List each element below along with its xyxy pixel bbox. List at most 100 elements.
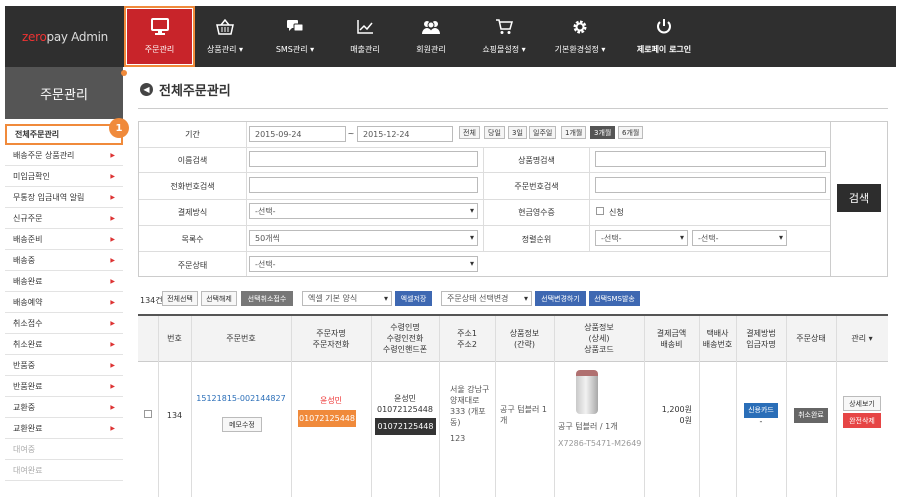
cash-receipt-checkbox[interactable] (596, 207, 604, 215)
sidebar-item-renting[interactable]: 대여중 (5, 439, 123, 460)
pay-method-select[interactable]: -선택- (249, 203, 478, 219)
date-separator: ~ (347, 129, 355, 138)
arrow-right-icon: ▶ (110, 340, 115, 348)
name-search-input[interactable] (249, 151, 478, 167)
sidebar-item-shipping[interactable]: 배송중 ▶ (5, 250, 123, 271)
recipient-name: 윤성민 (393, 394, 417, 403)
date-from-input[interactable]: 2015-09-24 (249, 126, 346, 142)
excel-format-select[interactable]: 엑셀 기본 양식 (302, 291, 392, 306)
nav-label: 쇼핑몰설정 ▾ (482, 45, 526, 54)
memo-edit-button[interactable]: 메모수정 (222, 417, 262, 432)
arrow-right-icon: ▶ (110, 319, 115, 327)
header-order-no: 주문번호 (191, 316, 291, 362)
sort-select-2[interactable]: -선택- (692, 230, 787, 246)
buyer-name: 윤성민 (319, 396, 343, 405)
sidebar-item-preparing[interactable]: 배송준비 ▶ (5, 229, 123, 250)
period-6month-button[interactable]: 6개월 (618, 126, 644, 139)
row-no: 134 (166, 411, 183, 420)
recipient-mobile: 01072125448 (375, 418, 436, 435)
sidebar-item-delivered[interactable]: 배송완료 ▶ (5, 271, 123, 292)
pay-method-label: 결제방식 (177, 208, 208, 217)
sidebar-item-exchanged[interactable]: 교환완료 ▶ (5, 418, 123, 439)
top-nav-bar: zeropay Admin 주문관리 상품관리 ▾ SMS관리 ▾ 매출관리 회… (5, 6, 896, 67)
nav-label: 제로페이 로그인 (636, 45, 692, 54)
power-icon (654, 18, 674, 36)
sidebar-item-exchanging[interactable]: 교환중 ▶ (5, 397, 123, 418)
nav-shop-settings[interactable]: 쇼핑몰설정 ▾ (467, 6, 541, 67)
header-checkbox-col (138, 316, 158, 362)
header-product-detail: 상품정보 (상세) 상품코드 (554, 316, 644, 362)
nav-basic-settings[interactable]: 기본환경설정 ▾ (545, 6, 615, 67)
period-3days-button[interactable]: 3일 (508, 126, 527, 139)
recipient-phone: 01072125448 (377, 405, 433, 414)
gear-icon (570, 18, 590, 36)
header-amount: 결제금액 배송비 (644, 316, 699, 362)
header-no: 번호 (158, 316, 191, 362)
period-3month-button[interactable]: 3개월 (590, 126, 616, 139)
date-to-input[interactable]: 2015-12-24 (357, 126, 453, 142)
header-product-short: 상품정보 (간략) (495, 316, 554, 362)
sidebar-item-new-orders[interactable]: 신규주문 ▶ (5, 208, 123, 229)
sidebar-item-cancelled[interactable]: 취소완료 ▶ (5, 334, 123, 355)
sidebar-item-deposit-alert[interactable]: 무통장 입금내역 알림 ▶ (5, 187, 123, 208)
payment-amount: 1,200원 (661, 405, 692, 414)
detail-view-button[interactable]: 상세보기 (843, 396, 881, 411)
arrow-right-icon: ▶ (110, 382, 115, 390)
search-button[interactable]: 검색 (837, 184, 881, 212)
nav-sales-management[interactable]: 매출관리 (335, 6, 395, 67)
period-today-button[interactable]: 당일 (484, 126, 505, 139)
back-arrow-icon: ◀ (140, 83, 153, 96)
order-no-link[interactable]: 15121815-002144827 (191, 393, 291, 404)
cash-receipt-check-label: 신청 (609, 208, 624, 217)
chat-icon (285, 18, 305, 36)
header-buyer: 주문자명 주문자전화 (291, 316, 371, 362)
callout-dot (121, 70, 127, 76)
arrow-right-icon: ▶ (110, 277, 115, 285)
header-manage[interactable]: 관리 ▾ (836, 316, 888, 362)
phone-search-input[interactable] (249, 177, 478, 193)
sidebar-item-returned[interactable]: 반품완료 ▶ (5, 376, 123, 397)
status-change-select[interactable]: 주문상태 선택변경 (441, 291, 532, 306)
sidebar-item-returning[interactable]: 반품중 ▶ (5, 355, 123, 376)
sidebar-item-cancel-request[interactable]: 취소접수 ▶ (5, 313, 123, 334)
row-checkbox[interactable] (144, 410, 152, 418)
nav-zeropay-login[interactable]: 제로페이 로그인 (627, 6, 701, 67)
period-week-button[interactable]: 일주일 (529, 126, 557, 139)
list-count-select[interactable]: 50개씩 (249, 230, 478, 246)
nav-label: SMS관리 ▾ (275, 45, 315, 54)
nav-sms-management[interactable]: SMS관리 ▾ (265, 6, 325, 67)
users-icon (421, 18, 441, 36)
product-search-input[interactable] (595, 151, 826, 167)
deselect-button[interactable]: 선택해제 (201, 291, 237, 306)
sidebar-item-reserved[interactable]: 배송예약 ▶ (5, 292, 123, 313)
send-sms-button[interactable]: 선택SMS발송 (589, 291, 640, 306)
shipping-fee: 0원 (679, 416, 692, 425)
apply-change-button[interactable]: 선택변경하기 (535, 291, 586, 306)
nav-label: 기본환경설정 ▾ (554, 45, 606, 54)
payer-name: - (759, 417, 763, 426)
sidebar-item-rented[interactable]: 대여완료 (5, 460, 123, 481)
nav-product-management[interactable]: 상품관리 ▾ (195, 6, 255, 67)
cart-icon (494, 18, 514, 36)
period-1month-button[interactable]: 1개월 (561, 126, 587, 139)
arrow-right-icon: ▶ (110, 214, 115, 222)
product-short: 공구 텀블러 1개 (500, 405, 547, 425)
order-status-select[interactable]: -선택- (249, 256, 478, 272)
logo: zeropay Admin (22, 30, 108, 44)
nav-member-management[interactable]: 회원관리 (401, 6, 461, 67)
sort-select-1[interactable]: -선택- (595, 230, 688, 246)
select-all-button[interactable]: 전체선택 (162, 291, 198, 306)
nav-order-management[interactable]: 주문관리 (124, 6, 195, 67)
sidebar-item-unpaid[interactable]: 미입금확인 ▶ (5, 166, 123, 187)
step-badge: 1 (109, 118, 129, 138)
cancel-selected-button[interactable]: 선택취소접수 (241, 291, 293, 306)
product-code: X7286-T5471-M2649 (558, 439, 642, 448)
arrow-right-icon: ▶ (110, 193, 115, 201)
sidebar-item-all-orders[interactable]: 전체주문관리 (5, 124, 123, 145)
header-pay-method: 결제방법 입금자명 (736, 316, 786, 362)
sidebar-item-delivery-products[interactable]: 배송주문 상품관리 ▶ (5, 145, 123, 166)
order-no-search-input[interactable] (595, 177, 826, 193)
delete-button[interactable]: 완전삭제 (843, 413, 881, 428)
period-all-button[interactable]: 전체 (459, 126, 480, 139)
excel-save-button[interactable]: 엑셀저장 (395, 291, 432, 306)
